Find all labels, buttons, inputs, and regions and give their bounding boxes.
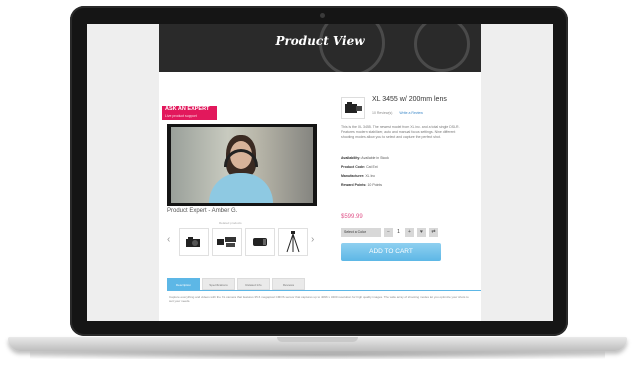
qty-decrease-button[interactable]: − xyxy=(384,228,393,237)
video-frame xyxy=(171,127,313,203)
product-description: This is the XL 3455. The newest model fr… xyxy=(341,125,460,139)
ask-expert-badge[interactable]: ASK AN EXPERT Live product support xyxy=(162,106,217,120)
thumbnail-strip: ‹ › xyxy=(167,226,319,258)
prev-arrow-icon[interactable]: ‹ xyxy=(167,234,170,245)
spec-reward-points: Reward Points: 10 Points xyxy=(341,183,383,187)
related-label: Related products xyxy=(219,221,242,225)
expert-caption: Product Expert - Amber G. xyxy=(167,208,238,214)
tab-description[interactable]: Description xyxy=(167,278,200,290)
add-to-cart-button[interactable]: ADD TO CART xyxy=(341,243,441,261)
reviews-row: 10 Review(s) Write a Review xyxy=(372,111,423,115)
thumb-tripod[interactable] xyxy=(278,228,308,256)
spec-manufacturer: Manufacturer: XL Inc xyxy=(341,174,376,178)
ask-expert-label: ASK AN EXPERT xyxy=(165,106,210,112)
product-price: $599.99 xyxy=(341,214,363,220)
review-count[interactable]: 10 Review(s) xyxy=(372,111,392,115)
spec-availability: Availability: Available in Stock xyxy=(341,156,389,160)
tab-related-info[interactable]: Related Info xyxy=(237,278,270,290)
thumb-lens[interactable] xyxy=(245,228,275,256)
product-specs: Availability: Available in Stock Product… xyxy=(341,154,389,190)
laptop-shadow xyxy=(30,351,605,359)
lens-icon xyxy=(253,238,267,246)
thumb-camera[interactable] xyxy=(179,228,209,256)
hero-dial-graphic xyxy=(414,24,470,72)
wishlist-icon[interactable]: ♥ xyxy=(417,228,426,237)
laptop-notch xyxy=(277,337,358,342)
compare-icon[interactable]: ⇄ xyxy=(429,228,438,237)
qty-increase-button[interactable]: + xyxy=(405,228,414,237)
product-title: XL 3455 w/ 200mm lens xyxy=(372,96,447,103)
webcam-icon xyxy=(320,13,325,18)
thumb-lens-kit[interactable] xyxy=(212,228,242,256)
ask-expert-sub: Live product support xyxy=(165,114,197,118)
tab-underline xyxy=(167,290,481,291)
tab-content: Capture everything and videos with the X… xyxy=(169,295,469,303)
spec-product-code: Product Code: Cat Ext xyxy=(341,165,378,169)
color-select[interactable]: Select a Color xyxy=(341,228,381,237)
write-review-link[interactable]: Write a Review xyxy=(399,111,422,115)
camera-icon xyxy=(345,102,362,113)
next-arrow-icon[interactable]: › xyxy=(311,234,314,245)
product-page: Product View ASK AN EXPERT Live product … xyxy=(159,24,481,321)
tab-specifications[interactable]: Specifications xyxy=(202,278,235,290)
hero-lens-graphic xyxy=(319,24,385,72)
lens-kit-icon xyxy=(217,237,236,247)
product-thumbnail xyxy=(341,97,365,119)
camera-icon xyxy=(186,237,200,247)
person-body xyxy=(209,173,273,203)
tripod-icon xyxy=(286,231,300,253)
page-title: Product View xyxy=(275,34,365,48)
hero-banner: Product View xyxy=(159,24,481,72)
quantity-field[interactable]: 1 xyxy=(394,228,403,237)
expert-video[interactable] xyxy=(167,124,317,206)
tab-reviews[interactable]: Reviews xyxy=(272,278,305,290)
laptop-screen: Product View ASK AN EXPERT Live product … xyxy=(87,24,553,321)
